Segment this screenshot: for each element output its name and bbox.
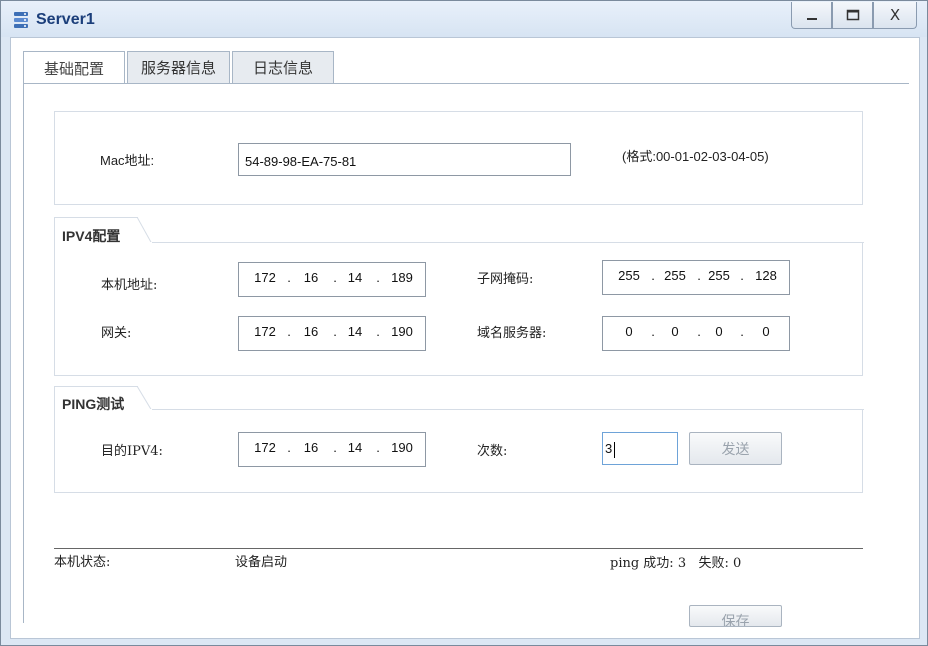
mac-format-hint: (格式:00-01-02-03-04-05)	[622, 149, 769, 164]
ip-octet: 172	[254, 270, 276, 285]
save-label: 保存	[721, 614, 750, 627]
basic-config-panel: Mac地址: 54-89-98-EA-75-81 (格式:00-01-02-03…	[23, 83, 909, 627]
ping-count-value: 3	[605, 441, 613, 456]
local-address-label: 本机地址:	[101, 278, 158, 293]
ip-octet: 0	[625, 324, 633, 339]
ip-octet: 255	[708, 268, 730, 283]
gateway-input[interactable]: 172 . 16 . 14 . 190	[238, 316, 426, 351]
mac-group: Mac地址: 54-89-98-EA-75-81 (格式:00-01-02-03…	[54, 111, 863, 205]
window-title: Server1	[36, 11, 95, 28]
status-divider	[54, 548, 863, 549]
server-window: Server1 X 基础配置 服务器信息 日志信息 Mac地址: 54-89-9…	[0, 0, 928, 646]
ping-result: ping 成功: 3 失败: 0	[610, 556, 742, 571]
ip-octet: 190	[391, 324, 413, 339]
dns-label: 域名服务器:	[477, 326, 547, 341]
maximize-icon	[846, 9, 859, 21]
mac-input[interactable]: 54-89-98-EA-75-81	[238, 143, 571, 176]
client-area: 基础配置 服务器信息 日志信息 Mac地址: 54-89-98-EA-75-81…	[10, 37, 920, 639]
ip-octet: 190	[391, 440, 413, 455]
ipv4-group-title: IPV4配置	[62, 228, 121, 244]
minimize-icon	[806, 18, 817, 20]
ping-group-title: PING测试	[62, 396, 125, 412]
ip-octet: 16	[303, 270, 319, 285]
ip-octet: 172	[254, 440, 276, 455]
ping-dest-input[interactable]: 172 . 16 . 14 . 190	[238, 432, 426, 467]
ip-octet: 128	[755, 268, 777, 283]
close-icon: X	[889, 6, 901, 24]
gateway-label: 网关:	[101, 326, 132, 341]
local-address-input[interactable]: 172 . 16 . 14 . 189	[238, 262, 426, 297]
subnet-mask-label: 子网掩码:	[477, 272, 534, 287]
mac-value: 54-89-98-EA-75-81	[245, 154, 357, 169]
ip-octet: 255	[664, 268, 686, 283]
title-bar[interactable]: Server1 X	[1, 1, 927, 37]
status-label: 本机状态:	[54, 555, 111, 570]
minimize-button[interactable]	[791, 2, 832, 29]
server-app-icon	[14, 12, 28, 28]
ip-octet: 172	[254, 324, 276, 339]
mac-label: Mac地址:	[100, 153, 155, 168]
ip-octet: 0	[715, 324, 723, 339]
maximize-button[interactable]	[832, 2, 873, 29]
ipv4-group-notch	[137, 217, 153, 245]
ip-octet: 14	[347, 440, 363, 455]
ping-count-label: 次数:	[477, 444, 508, 459]
status-value: 设备启动	[235, 555, 288, 570]
tab-basic-config[interactable]: 基础配置	[23, 51, 125, 84]
ip-octet: 14	[347, 324, 363, 339]
ping-count-input[interactable]: 3	[602, 432, 678, 465]
ip-octet: 255	[618, 268, 640, 283]
ping-dest-label: 目的IPV4:	[101, 444, 163, 459]
send-button[interactable]: 发送	[689, 432, 782, 465]
ip-octet: 0	[671, 324, 679, 339]
dns-input[interactable]: 0 . 0 . 0 . 0	[602, 316, 790, 351]
ip-octet: 0	[762, 324, 770, 339]
text-caret	[614, 442, 615, 458]
save-button[interactable]: 保存	[689, 605, 782, 627]
ip-octet: 16	[303, 440, 319, 455]
close-button[interactable]: X	[873, 2, 917, 29]
tab-server-info[interactable]: 服务器信息	[127, 51, 230, 83]
ip-octet: 16	[303, 324, 319, 339]
tab-log-info[interactable]: 日志信息	[232, 51, 334, 83]
subnet-mask-input[interactable]: 255 . 255 . 255 . 128	[602, 260, 790, 295]
ip-octet: 189	[391, 270, 413, 285]
ip-octet: 14	[347, 270, 363, 285]
